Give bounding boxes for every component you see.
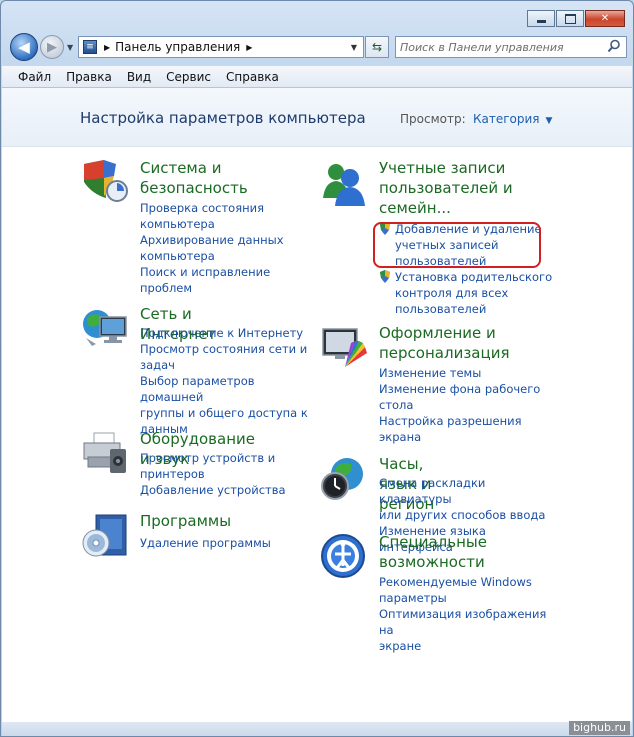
back-button[interactable]: ◀ bbox=[10, 33, 38, 61]
monitor-palette-icon[interactable] bbox=[319, 323, 369, 373]
link-homegroup[interactable]: Выбор параметров домашней bbox=[140, 373, 320, 405]
category-title[interactable]: Система и безопасность bbox=[140, 158, 248, 198]
control-panel-window: ✕ ◀ ▶ ▼ ≡ ▶ Панель управления ▶ ▼ ⇆ Файл… bbox=[0, 0, 634, 737]
clock-globe-icon[interactable] bbox=[319, 454, 369, 504]
content-header: Настройка параметров компьютера Просмотр… bbox=[2, 88, 632, 147]
page-title: Настройка параметров компьютера bbox=[80, 109, 366, 127]
link-screen-resolution[interactable]: Настройка разрешения bbox=[379, 413, 559, 429]
menu-file[interactable]: Файл bbox=[18, 70, 51, 84]
status-bar bbox=[2, 722, 632, 736]
link-parental-controls[interactable]: контроля для всех bbox=[379, 285, 559, 301]
category-title[interactable]: Программы bbox=[140, 511, 231, 531]
link-change-keyboard[interactable]: или других способов ввода bbox=[379, 507, 559, 523]
back-arrow-icon: ◀ bbox=[18, 38, 30, 56]
link-uninstall-program[interactable]: Удаление программы bbox=[140, 535, 320, 551]
link-troubleshoot[interactable]: проблем bbox=[140, 280, 320, 296]
view-by-value[interactable]: Категория bbox=[473, 112, 540, 126]
link-troubleshoot[interactable]: Поиск и исправление bbox=[140, 264, 320, 280]
menu-view[interactable]: Вид bbox=[127, 70, 151, 84]
search-input[interactable] bbox=[400, 40, 598, 54]
link-parental-controls[interactable]: Установка родительского bbox=[379, 269, 559, 285]
maximize-icon bbox=[564, 13, 576, 24]
link-check-status[interactable]: Проверка состояния bbox=[140, 200, 320, 216]
link-homegroup[interactable]: группы и общего доступа к bbox=[140, 405, 320, 421]
programs-disc-icon[interactable] bbox=[80, 511, 130, 561]
link-connect-internet[interactable]: Подключение к Интернету bbox=[140, 325, 320, 341]
link-add-device[interactable]: Добавление устройства bbox=[140, 482, 320, 498]
maximize-button[interactable] bbox=[556, 10, 584, 27]
users-icon[interactable] bbox=[319, 158, 369, 208]
link-network-status[interactable]: Просмотр состояния сети и bbox=[140, 341, 320, 357]
content-area: Настройка параметров компьютера Просмотр… bbox=[2, 88, 632, 722]
view-by-dropdown[interactable]: Категория ▼ bbox=[473, 112, 552, 126]
caption-buttons: ✕ bbox=[526, 10, 625, 27]
breadcrumb-control-panel[interactable]: Панель управления bbox=[115, 40, 240, 54]
link-optimize-display[interactable]: Оптимизация изображения на bbox=[379, 606, 559, 638]
category-title[interactable]: Оформление и персонализация bbox=[379, 323, 509, 363]
shield-icon[interactable] bbox=[80, 158, 130, 208]
category-title[interactable]: Учетные записи пользователей и семейн... bbox=[379, 158, 559, 218]
link-recommended-settings[interactable]: параметры bbox=[379, 590, 559, 606]
link-desktop-background[interactable]: Изменение фона рабочего bbox=[379, 381, 559, 397]
link-change-theme[interactable]: Изменение темы bbox=[379, 365, 559, 381]
watermark: bighub.ru bbox=[569, 721, 630, 735]
menu-edit[interactable]: Правка bbox=[66, 70, 112, 84]
menu-tools[interactable]: Сервис bbox=[166, 70, 211, 84]
refresh-icon: ⇆ bbox=[371, 40, 383, 54]
category-title[interactable]: Специальные возможности bbox=[379, 532, 487, 572]
search-icon[interactable] bbox=[607, 39, 621, 53]
network-globe-icon[interactable] bbox=[80, 304, 130, 354]
minimize-icon bbox=[536, 19, 546, 23]
link-recommended-settings[interactable]: Рекомендуемые Windows bbox=[379, 574, 559, 590]
link-devices-printers[interactable]: Просмотр устройств и bbox=[140, 450, 320, 466]
link-check-status[interactable]: компьютера bbox=[140, 216, 320, 232]
uac-shield-icon bbox=[380, 270, 390, 283]
close-button[interactable]: ✕ bbox=[585, 10, 625, 27]
breadcrumb-separator-icon[interactable]: ▶ bbox=[104, 43, 110, 52]
link-text[interactable]: Установка родительского bbox=[395, 270, 552, 284]
address-dropdown-icon[interactable]: ▼ bbox=[351, 43, 357, 52]
link-backup[interactable]: Архивирование данных bbox=[140, 232, 320, 248]
view-by-label: Просмотр: bbox=[400, 112, 466, 126]
link-devices-printers[interactable]: принтеров bbox=[140, 466, 320, 482]
navigation-bar: ◀ ▶ ▼ ≡ ▶ Панель управления ▶ ▼ ⇆ bbox=[10, 33, 627, 63]
link-optimize-display[interactable]: экране bbox=[379, 638, 559, 654]
chevron-down-icon[interactable]: ▼ bbox=[546, 116, 553, 126]
control-panel-icon: ≡ bbox=[83, 40, 97, 54]
link-desktop-background[interactable]: стола bbox=[379, 397, 559, 413]
minimize-button[interactable] bbox=[527, 10, 555, 27]
recent-pages-dropdown-icon[interactable]: ▼ bbox=[67, 43, 73, 52]
address-bar[interactable]: ≡ ▶ Панель управления ▶ ▼ bbox=[78, 36, 364, 58]
accessibility-icon[interactable] bbox=[319, 532, 369, 582]
menu-help[interactable]: Справка bbox=[226, 70, 279, 84]
breadcrumb-separator-icon[interactable]: ▶ bbox=[246, 43, 252, 52]
search-box[interactable] bbox=[395, 36, 627, 58]
forward-arrow-icon: ▶ bbox=[47, 39, 57, 55]
link-screen-resolution[interactable]: экрана bbox=[379, 429, 559, 445]
forward-button[interactable]: ▶ bbox=[40, 35, 64, 59]
refresh-button[interactable]: ⇆ bbox=[365, 36, 389, 58]
highlight-annotation bbox=[373, 222, 541, 268]
printer-icon[interactable] bbox=[80, 429, 130, 479]
link-parental-controls[interactable]: пользователей bbox=[379, 301, 559, 317]
link-backup[interactable]: компьютера bbox=[140, 248, 320, 264]
menu-bar: Файл Правка Вид Сервис Справка bbox=[2, 66, 632, 88]
link-network-status[interactable]: задач bbox=[140, 357, 320, 373]
link-change-keyboard[interactable]: Смена раскладки клавиатуры bbox=[379, 475, 559, 507]
